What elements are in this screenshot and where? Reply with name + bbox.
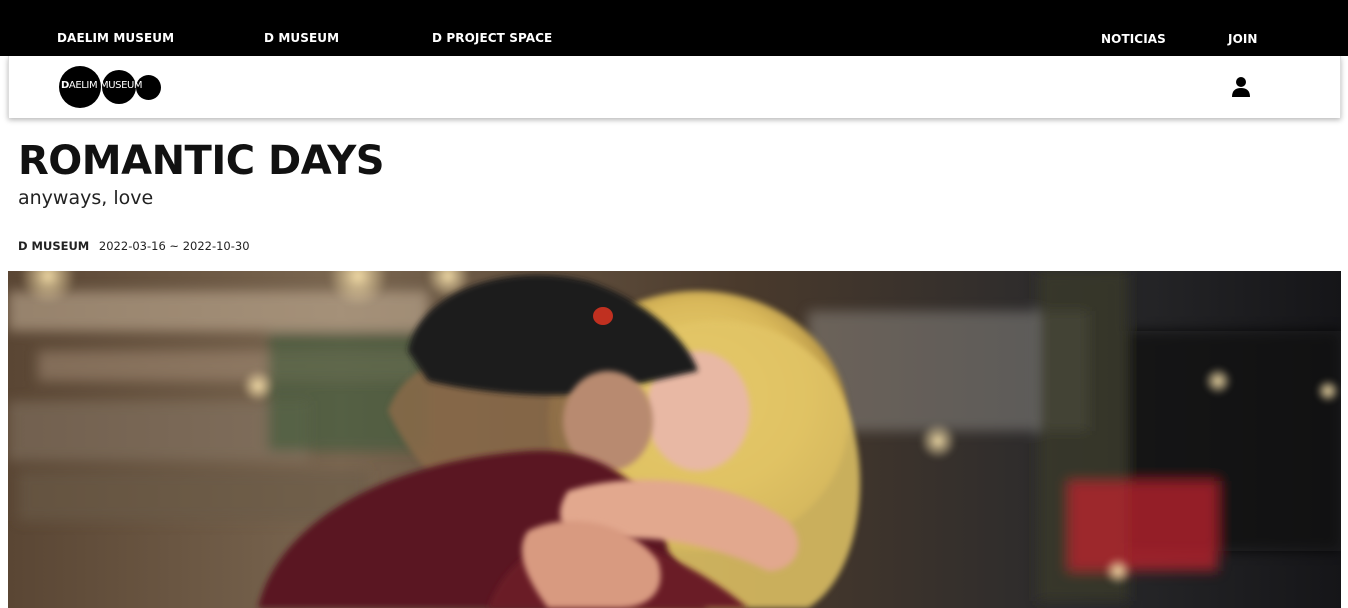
exhibition-title: ROMANTIC DAYS (18, 138, 385, 184)
nav-link-d-museum[interactable]: D MUSEUM (264, 31, 339, 45)
daelim-museum-logo[interactable]: DAELIM MUSEUM (59, 66, 163, 108)
site-header: DAELIM MUSEUM (8, 56, 1341, 118)
nav-link-d-project-space[interactable]: D PROJECT SPACE (432, 31, 552, 45)
logo-text: DAELIM MUSEUM (61, 80, 143, 91)
nav-link-noticias[interactable]: NOTICIAS (1101, 32, 1166, 46)
exhibition-subtitle: anyways, love (18, 187, 154, 209)
user-icon[interactable] (1231, 76, 1251, 98)
top-navigation-bar: DAELIM MUSEUM D MUSEUM D PROJECT SPACE N… (0, 0, 1348, 56)
nav-link-join[interactable]: JOIN (1228, 32, 1258, 46)
hero-image (8, 271, 1341, 608)
nav-link-daelim-museum[interactable]: DAELIM MUSEUM (57, 31, 174, 45)
exhibition-dates: 2022-03-16 ~ 2022-10-30 (98, 239, 250, 253)
exhibition-meta: D MUSEUM 2022-03-16 ~ 2022-10-30 (18, 239, 250, 253)
exhibition-venue: D MUSEUM (18, 239, 90, 253)
